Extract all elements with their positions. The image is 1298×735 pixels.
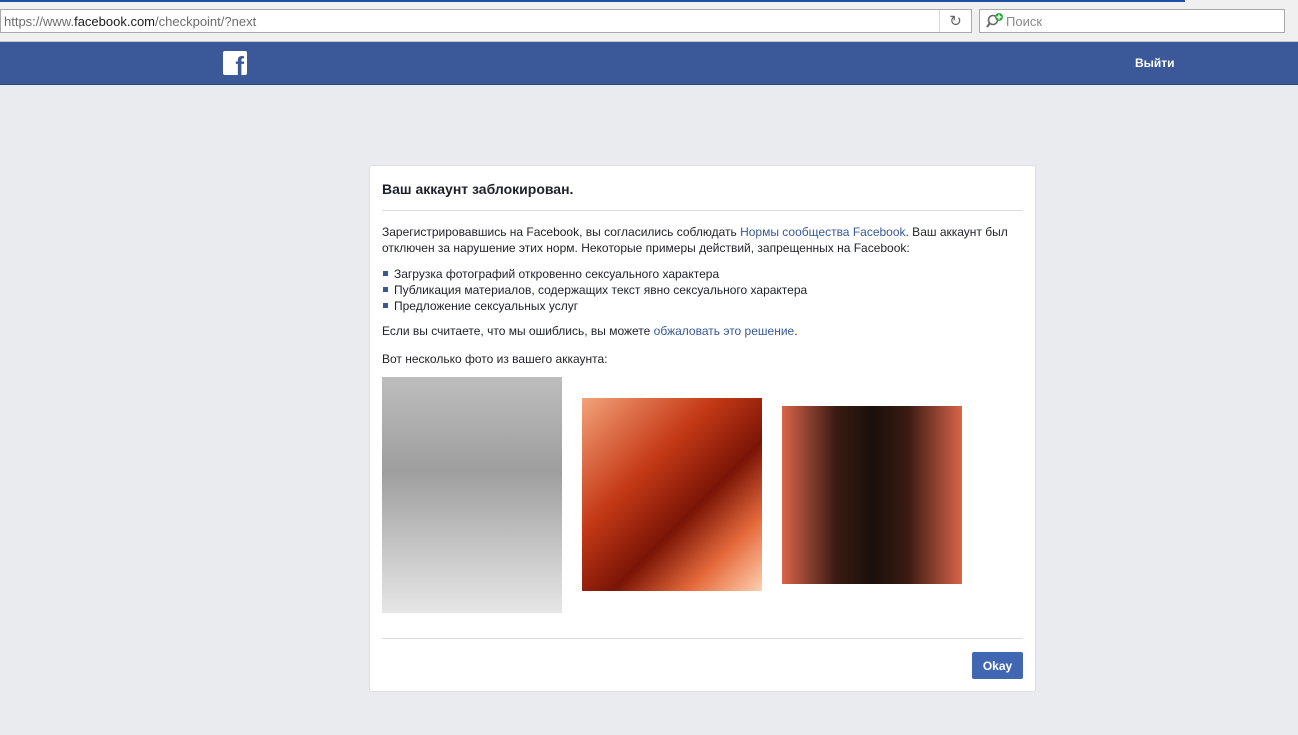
search-placeholder: Поиск	[1006, 14, 1043, 29]
photos-label: Вот несколько фото из вашего аккаунта:	[382, 352, 608, 366]
facebook-logo-icon[interactable]: f	[223, 51, 247, 75]
address-bar[interactable]: https://www.facebook.com/checkpoint/?nex…	[0, 9, 972, 33]
dialog-title: Ваш аккаунт заблокирован.	[382, 181, 574, 197]
search-add-icon	[986, 13, 1003, 28]
title-divider	[382, 210, 1023, 211]
browser-toolbar: https://www.facebook.com/checkpoint/?nex…	[0, 0, 1298, 42]
account-photo	[582, 398, 762, 591]
violations-list: Загрузка фотографий откровенно сексуальн…	[382, 266, 807, 314]
browser-search-box[interactable]: Поиск	[979, 9, 1285, 33]
list-item: Загрузка фотографий откровенно сексуальн…	[382, 266, 807, 282]
list-item: Публикация материалов, содержащих текст …	[382, 282, 807, 298]
footer-divider	[382, 638, 1023, 639]
dialog-intro: Зарегистрировавшись на Facebook, вы согл…	[382, 225, 1008, 255]
list-item: Предложение сексуальных услуг	[382, 298, 807, 314]
reload-icon[interactable]: ↻	[939, 10, 971, 32]
appeal-link[interactable]: обжаловать это решение	[654, 324, 795, 338]
account-photo	[382, 377, 562, 613]
appeal-text: Если вы считаете, что мы ошиблись, вы мо…	[382, 324, 798, 338]
logout-link[interactable]: Выйти	[1135, 56, 1175, 70]
okay-button[interactable]: Okay	[972, 652, 1023, 679]
account-photo	[782, 406, 962, 584]
community-standards-link[interactable]: Нормы сообщества Facebook	[740, 225, 905, 239]
account-blocked-dialog: Ваш аккаунт заблокирован. Зарегистрирова…	[369, 165, 1036, 692]
facebook-header: f Выйти	[0, 42, 1298, 85]
progress-line	[0, 0, 1185, 2]
address-text[interactable]: https://www.facebook.com/checkpoint/?nex…	[4, 14, 256, 29]
